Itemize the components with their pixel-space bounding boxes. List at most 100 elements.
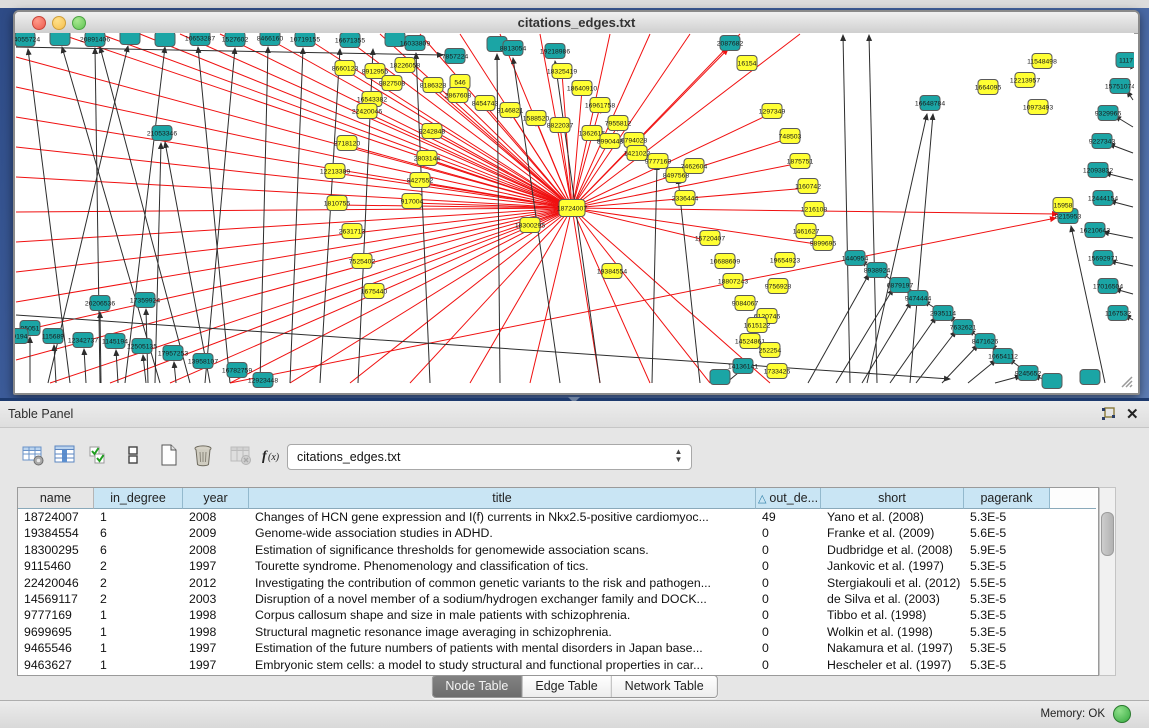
graph-node[interactable] (1042, 374, 1062, 389)
graph-node[interactable]: 18226058 (390, 58, 420, 73)
graph-node[interactable]: 16154 (737, 56, 757, 71)
column-header-year[interactable]: year (183, 488, 249, 509)
graph-node[interactable]: 19654923 (770, 253, 800, 268)
graph-node[interactable]: 12505135 (127, 339, 157, 354)
graph-node[interactable]: 1440954 (842, 251, 869, 266)
graph-node[interactable]: 2803144 (414, 151, 441, 166)
table-row[interactable]: 1456911722003Disruption of a novel membe… (18, 591, 1096, 607)
graph-canvas[interactable]: 2405572420891406106532871527602846616010… (15, 33, 1134, 389)
graph-node[interactable]: 115689 (42, 329, 64, 344)
graph-node[interactable]: 9474444 (905, 291, 932, 306)
graph-node[interactable]: 18640910 (567, 81, 597, 96)
close-window-button[interactable] (32, 16, 46, 30)
zoom-window-button[interactable] (72, 16, 86, 30)
new-file-icon[interactable] (154, 441, 184, 471)
graph-node[interactable]: 15720407 (695, 231, 725, 246)
graph-node[interactable]: 14136141 (728, 359, 758, 374)
graph-node[interactable]: 8471626 (972, 334, 999, 349)
graph-node[interactable]: 20206536 (85, 296, 115, 311)
graph-node[interactable]: 13958107 (188, 354, 218, 369)
table-row[interactable]: 2242004622012Investigating the contribut… (18, 575, 1096, 591)
graph-node[interactable] (710, 370, 730, 385)
graph-node[interactable]: 1461627 (793, 224, 820, 239)
graph-node[interactable]: 10688609 (710, 254, 740, 269)
graph-node[interactable]: 9242848 (419, 124, 446, 139)
rows-icon[interactable] (118, 441, 148, 471)
tab-edge-table[interactable]: Edge Table (522, 676, 611, 697)
graph-node[interactable]: 1297349 (759, 104, 786, 119)
graph-node[interactable]: 1664095 (975, 80, 1002, 95)
graph-node[interactable]: 2087682 (717, 36, 744, 51)
graph-node[interactable]: 1615122 (744, 318, 771, 333)
graph-node[interactable]: 15958 (1053, 198, 1073, 213)
graph-node[interactable]: 16782759 (222, 363, 252, 378)
graph-node[interactable]: 252254 (759, 343, 782, 358)
resize-grip-icon[interactable] (1122, 377, 1132, 387)
graph-node[interactable]: 2336444 (672, 191, 699, 206)
graph-node[interactable]: 9756928 (765, 279, 792, 294)
graph-node[interactable]: 7462604 (681, 159, 708, 174)
graph-node[interactable]: 12213389 (320, 164, 350, 179)
graph-node[interactable]: 10654112 (988, 349, 1018, 364)
column-select-icon[interactable] (50, 441, 80, 471)
graph-node[interactable]: 18724007 (557, 200, 587, 217)
table-row[interactable]: 1938455462009Genome-wide association stu… (18, 525, 1096, 541)
column-header-title[interactable]: title (249, 488, 756, 509)
graph-node[interactable]: 7525402 (349, 254, 376, 269)
graph-node[interactable]: 17016504 (1093, 279, 1123, 294)
graph-node[interactable]: 7857224 (442, 49, 469, 64)
graph-node[interactable]: 16961758 (585, 98, 615, 113)
scrollbar-thumb[interactable] (1101, 512, 1114, 556)
graph-node[interactable] (1080, 370, 1100, 385)
graph-node[interactable]: 1117 (1116, 53, 1134, 68)
graph-node[interactable]: 12342737 (68, 333, 98, 348)
graph-node[interactable]: 1216108 (801, 202, 828, 217)
table-row[interactable]: 1872400712008Changes of HCN gene express… (18, 509, 1096, 525)
graph-node[interactable]: 1145194 (102, 334, 128, 349)
minimize-window-button[interactable] (52, 16, 66, 30)
graph-node[interactable]: 8822037 (547, 118, 574, 133)
graph-node[interactable]: 12444154 (1088, 191, 1118, 206)
graph-node[interactable]: 19384554 (597, 264, 627, 279)
graph-node[interactable]: 39194 (15, 329, 28, 344)
graph-node[interactable]: 1167532 (1105, 306, 1131, 321)
network-window[interactable]: citations_edges.txt 24055724 20891406 1065… (13, 10, 1140, 395)
graph-node[interactable]: 16648784 (915, 96, 945, 111)
trash-icon[interactable] (188, 441, 218, 471)
table-row[interactable]: 969969511998Structural magnetic resonanc… (18, 624, 1096, 640)
graph-node[interactable]: 8938924 (864, 263, 891, 278)
window-titlebar[interactable]: citations_edges.txt (15, 12, 1138, 34)
graph-node[interactable]: 20891406 (80, 33, 110, 47)
table-row[interactable]: 911546021997Tourette syndrome. Phenomeno… (18, 558, 1096, 574)
column-header-pagerank[interactable]: pagerank (964, 488, 1050, 509)
close-panel-icon[interactable]: ✕ (1126, 405, 1142, 423)
graph-node[interactable]: 8466160 (257, 33, 284, 46)
graph-node[interactable]: 2631713 (339, 224, 366, 239)
graph-node[interactable]: 1675440 (361, 284, 388, 299)
graph-node[interactable]: 8427552 (407, 173, 434, 188)
graph-node[interactable]: 15751074 (1105, 79, 1134, 94)
graph-node[interactable]: 1733426 (764, 364, 791, 379)
graph-node[interactable]: 1875751 (787, 154, 814, 169)
graph-node[interactable]: 2935114 (930, 306, 956, 321)
graph-node[interactable]: 9146821 (497, 103, 524, 118)
graph-node[interactable]: 15692971 (1088, 251, 1118, 266)
graph-node[interactable]: 9245652 (1015, 366, 1042, 381)
table-selector-dropdown[interactable]: citations_edges.txt ▲▼ (287, 444, 692, 470)
table-row[interactable]: 946554611997Estimation of the future num… (18, 640, 1096, 656)
graph-node[interactable]: 24055724 (15, 33, 40, 47)
graph-node[interactable]: 7955812 (605, 116, 632, 131)
graph-node[interactable]: 9329966 (1095, 106, 1122, 121)
graph-node[interactable]: 8454743 (472, 96, 499, 111)
tab-network-table[interactable]: Network Table (612, 676, 717, 697)
graph-node[interactable]: 11548498 (1027, 54, 1057, 69)
graph-node[interactable]: 1588520 (523, 111, 550, 126)
graph-node[interactable]: 8186328 (420, 78, 447, 93)
select-checks-icon[interactable] (84, 441, 114, 471)
graph-node[interactable] (120, 33, 140, 45)
graph-node[interactable]: 2718120 (334, 136, 361, 151)
graph-node[interactable]: 16671355 (335, 33, 365, 48)
graph-node[interactable]: 21053346 (147, 126, 177, 141)
memory-status-icon[interactable] (1113, 705, 1131, 723)
graph-node[interactable]: 16210643 (1080, 223, 1110, 238)
